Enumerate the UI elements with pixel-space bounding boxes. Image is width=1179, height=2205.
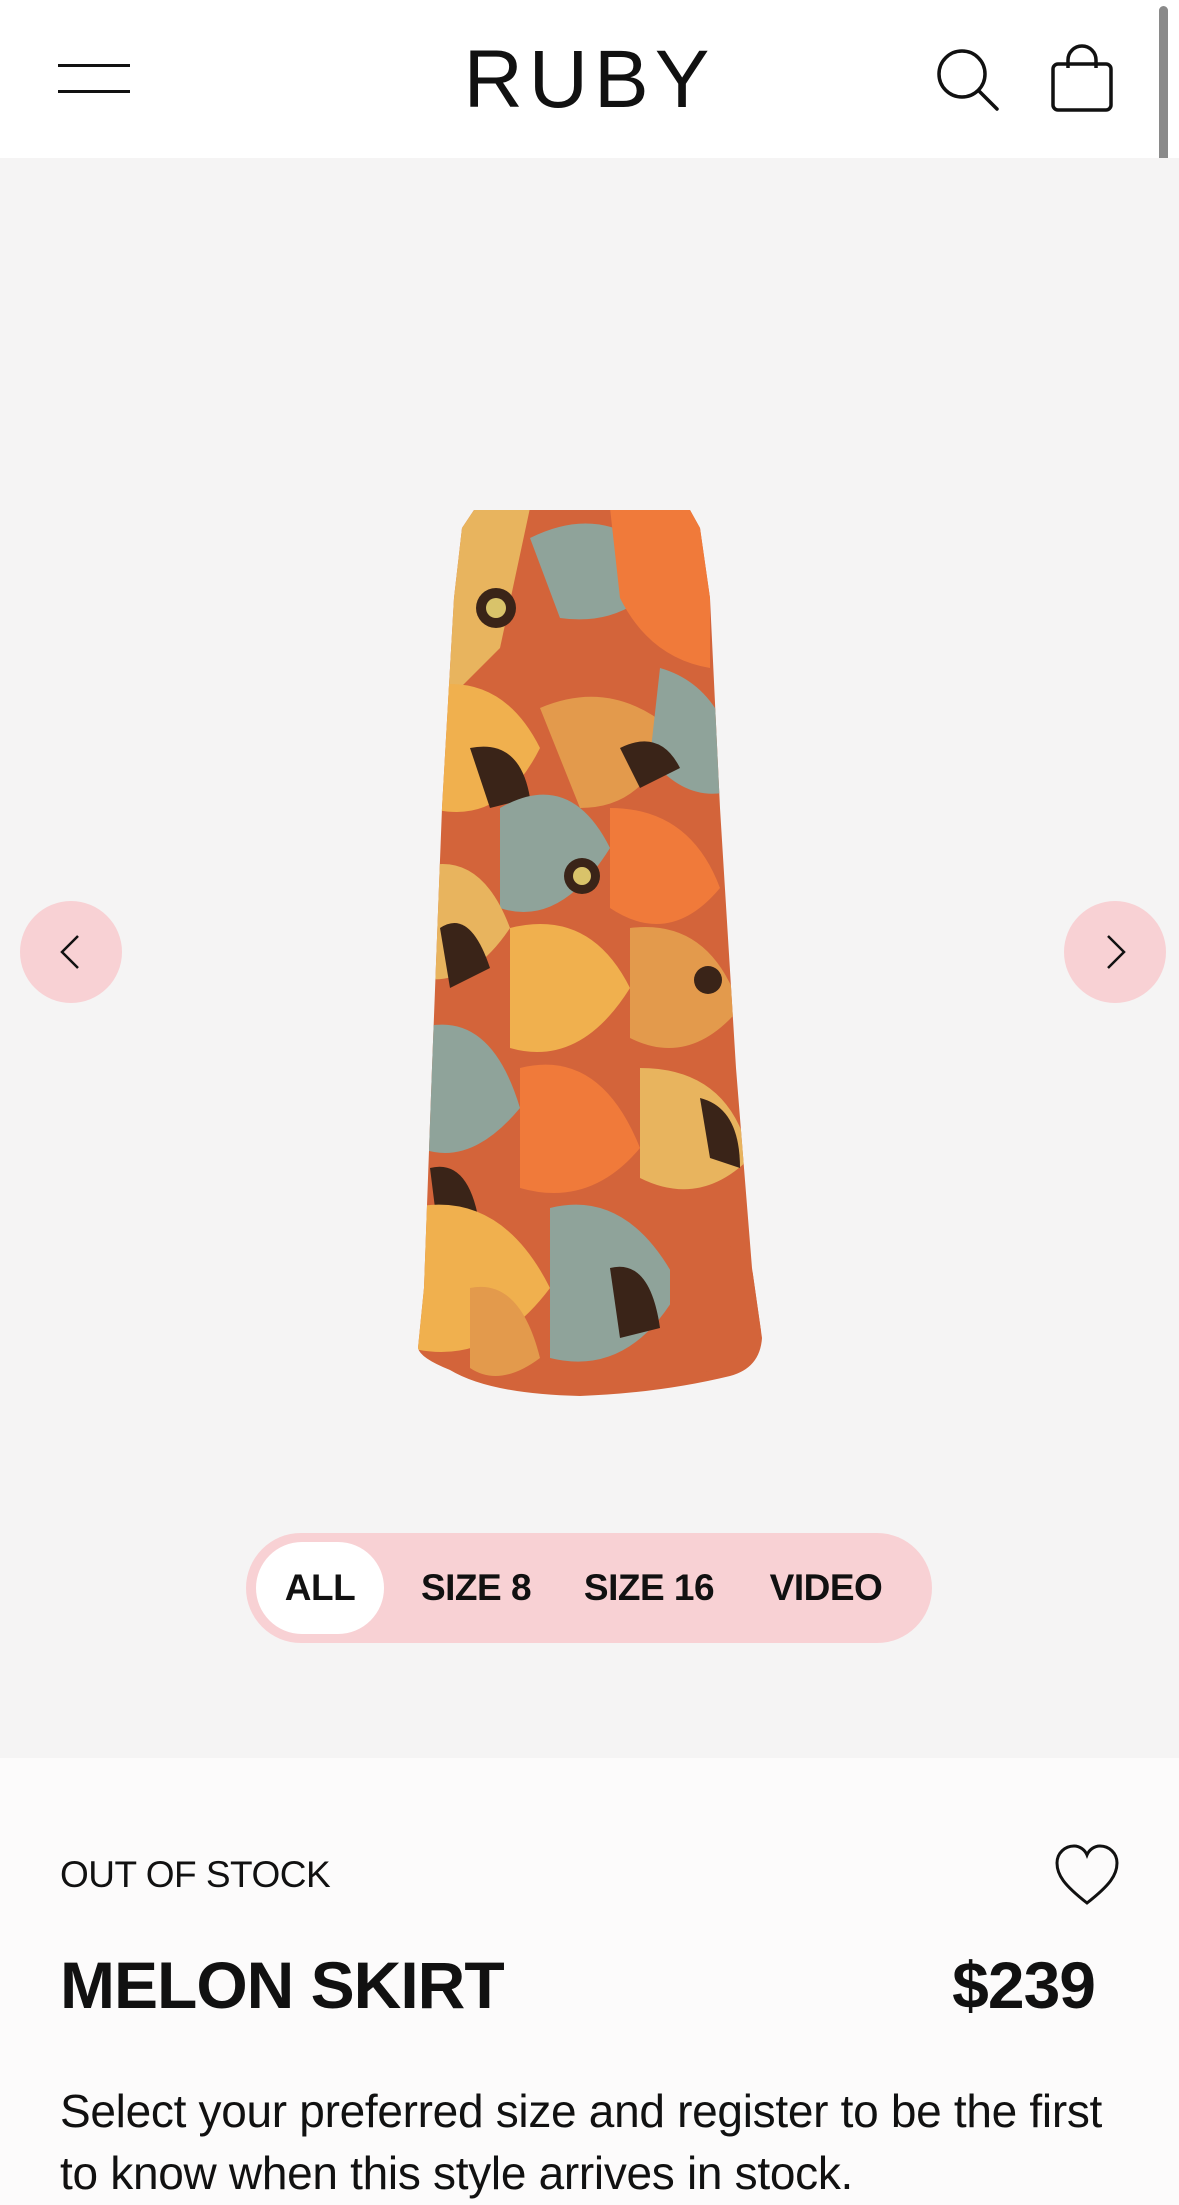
product-image[interactable]	[410, 508, 770, 1398]
gallery-filter-tabs: ALL SIZE 8 SIZE 16 VIDEO	[246, 1533, 932, 1643]
product-description: Select your preferred size and register …	[60, 2085, 1103, 2199]
wishlist-button[interactable]	[1054, 1843, 1120, 1909]
stock-status: OUT OF STOCK	[60, 1854, 331, 1895]
filter-tab-video[interactable]: VIDEO	[746, 1542, 906, 1634]
site-header: RUBY	[0, 0, 1179, 158]
filter-tab-size-8[interactable]: SIZE 8	[406, 1542, 546, 1634]
previous-image-button[interactable]	[20, 901, 122, 1003]
cart-button[interactable]	[1048, 44, 1116, 114]
filter-tab-size-16[interactable]: SIZE 16	[574, 1542, 724, 1634]
search-icon	[937, 49, 999, 111]
heart-icon	[1055, 1844, 1119, 1905]
product-gallery: ALL SIZE 8 SIZE 16 VIDEO	[0, 158, 1179, 1758]
shopping-bag-icon	[1051, 44, 1113, 112]
product-title: MELON SKIRT	[60, 1948, 505, 2022]
brand-logo[interactable]: RUBY	[0, 30, 1179, 130]
chevron-right-icon	[1107, 935, 1126, 969]
next-image-button[interactable]	[1064, 901, 1166, 1003]
search-button[interactable]	[934, 46, 1002, 114]
chevron-left-icon	[60, 935, 79, 969]
filter-tab-all[interactable]: ALL	[256, 1542, 384, 1634]
product-price: $239	[952, 1948, 1096, 2022]
